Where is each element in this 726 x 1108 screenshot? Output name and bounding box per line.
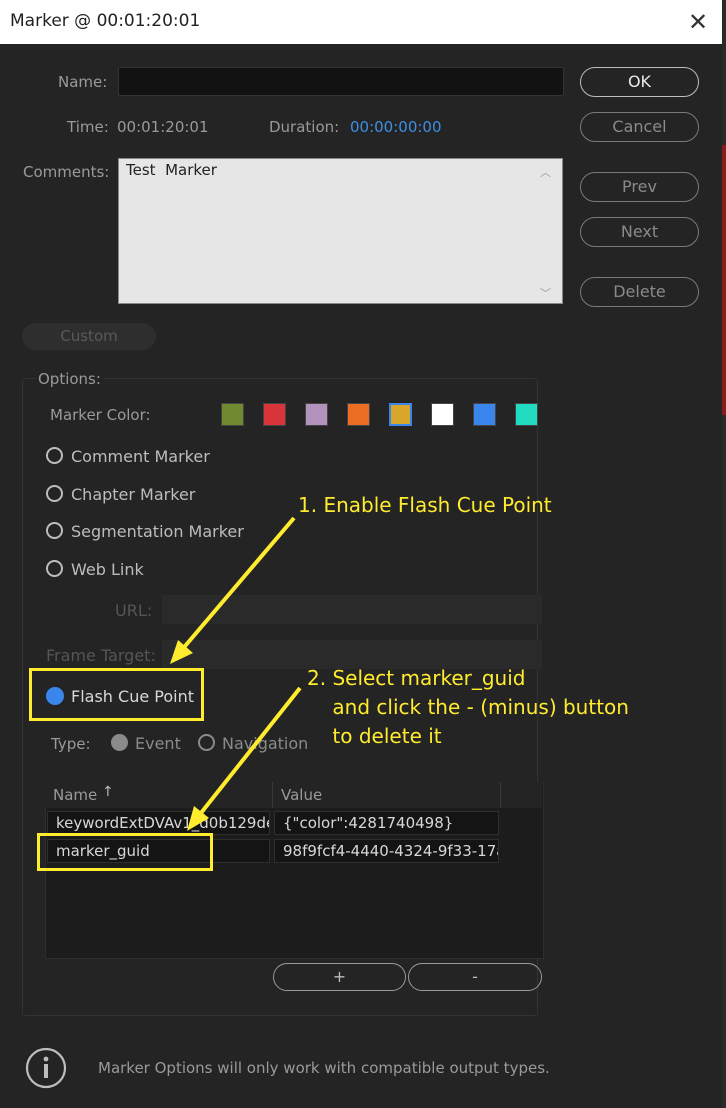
type-navigation-label: Navigation [222, 734, 309, 753]
web-link-label: Web Link [71, 560, 144, 579]
color-swatch[interactable] [515, 403, 538, 426]
name-field[interactable] [118, 67, 564, 96]
comments-textarea[interactable] [118, 158, 563, 304]
color-swatch[interactable] [263, 403, 286, 426]
name-label: Name: [58, 73, 108, 91]
table-row-1-name[interactable]: keywordExtDVAv1_d0b129de [47, 811, 270, 835]
custom-button[interactable]: Custom [22, 323, 156, 350]
comments-label: Comments: [23, 163, 110, 181]
window-title: Marker @ 00:01:20:01 [10, 11, 201, 31]
sort-ascending-icon[interactable]: ↑ [102, 784, 114, 800]
chapter-marker-label: Chapter Marker [71, 485, 196, 504]
highlight-marker-guid [37, 833, 213, 871]
segmentation-marker-radio[interactable] [46, 522, 63, 539]
url-field[interactable] [162, 595, 542, 624]
url-label: URL: [115, 601, 153, 620]
duration-label: Duration: [269, 118, 340, 136]
table-row-2-value[interactable]: 98f9fcf4-4440-4324-9f33-17a [274, 839, 499, 863]
options-label: Options: [36, 370, 103, 388]
color-swatch[interactable] [473, 403, 496, 426]
close-icon[interactable]: ✕ [686, 8, 710, 36]
prev-button[interactable]: Prev [580, 172, 699, 202]
type-event-label: Event [135, 734, 181, 753]
ok-button[interactable]: OK [580, 67, 699, 97]
add-param-button[interactable]: + [273, 963, 406, 991]
delete-button[interactable]: Delete [580, 277, 699, 307]
column-divider-end [500, 782, 501, 808]
color-swatch[interactable] [389, 403, 412, 426]
column-divider [272, 782, 273, 808]
comments-value: Test Marker [126, 161, 217, 179]
color-swatch[interactable] [221, 403, 244, 426]
marker-color-label: Marker Color: [50, 406, 151, 424]
type-event-radio[interactable] [111, 734, 128, 751]
comment-marker-label: Comment Marker [71, 447, 210, 466]
remove-param-button[interactable]: - [408, 963, 542, 991]
segmentation-marker-label: Segmentation Marker [71, 522, 244, 541]
info-icon [25, 1047, 67, 1089]
background-strip-red [722, 145, 726, 415]
table-row-1-value[interactable]: {"color":4281740498} [274, 811, 499, 835]
color-swatch[interactable] [347, 403, 370, 426]
time-label: Time: [67, 118, 109, 136]
comment-marker-radio[interactable] [46, 447, 63, 464]
chapter-marker-radio[interactable] [46, 485, 63, 502]
duration-value[interactable]: 00:00:00:00 [350, 118, 442, 136]
color-swatch[interactable] [431, 403, 454, 426]
type-label: Type: [51, 735, 91, 753]
type-navigation-radio[interactable] [198, 734, 215, 751]
info-message: Marker Options will only work with compa… [98, 1059, 550, 1077]
annotation-step-2: 2. Select marker_guid and click the - (m… [307, 666, 629, 748]
annotation-step-1: 1. Enable Flash Cue Point [298, 493, 552, 517]
scroll-up-icon[interactable]: ︿ [540, 164, 551, 180]
web-link-radio[interactable] [46, 560, 63, 577]
color-swatch[interactable] [305, 403, 328, 426]
next-button[interactable]: Next [580, 217, 699, 247]
highlight-flash-cue-point [29, 668, 204, 721]
frame-target-label: Frame Target: [46, 646, 156, 665]
column-header-value[interactable]: Value [281, 786, 322, 804]
scroll-down-icon[interactable]: ﹀ [540, 285, 551, 301]
cancel-button[interactable]: Cancel [580, 112, 699, 142]
column-header-name[interactable]: Name [53, 786, 97, 804]
time-value: 00:01:20:01 [117, 118, 209, 136]
